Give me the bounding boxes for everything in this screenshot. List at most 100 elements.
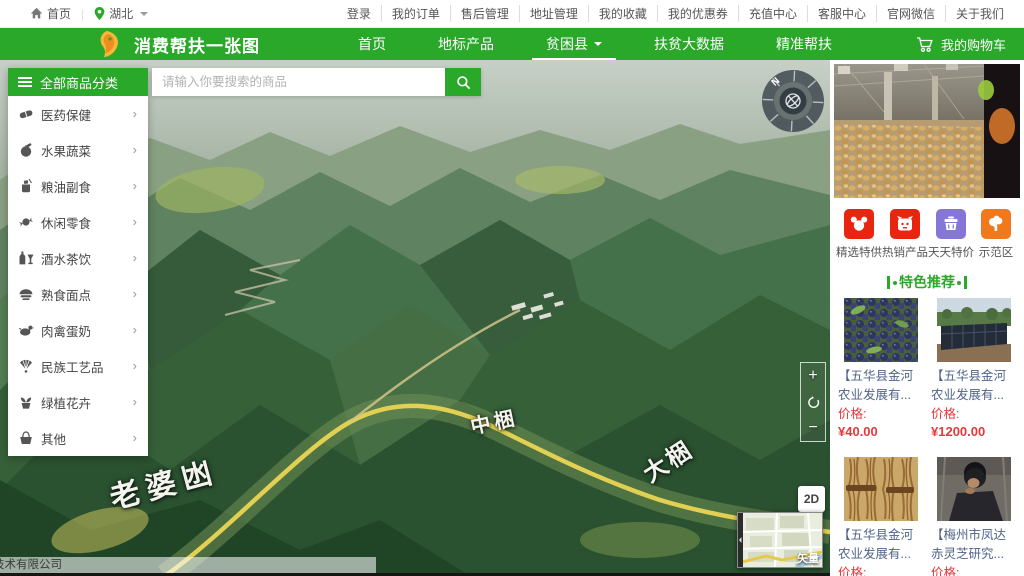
featured-section-title: 特色推荐 (899, 272, 955, 292)
compass-control[interactable]: N (760, 68, 826, 134)
location-selector[interactable]: 湖北 (94, 5, 148, 22)
category-sidebar-header[interactable]: 全部商品分类 (8, 68, 148, 96)
zoom-out-button[interactable]: − (801, 415, 825, 441)
product-card[interactable]: 【五华县金河农业发展有... 价格: ¥1200.00 (931, 298, 1016, 441)
promo-banner-image[interactable] (834, 64, 1020, 198)
wechat-link[interactable]: 官网微信 (876, 5, 945, 22)
zoom-in-button[interactable]: + (801, 363, 825, 389)
quick-link-hot-products[interactable]: 热销产品 (882, 209, 928, 260)
map-attribution: 技术有限公司 (0, 557, 376, 574)
location-pin-icon (94, 7, 105, 20)
brand-logo-icon (96, 30, 122, 58)
nav-item-home[interactable]: 首页 (344, 28, 400, 60)
cart-label: 我的购物车 (941, 35, 1006, 54)
login-link[interactable]: 登录 (337, 5, 381, 22)
nav-item-landmark-products[interactable]: 地标产品 (424, 28, 508, 60)
section-deco-icon (887, 276, 890, 289)
category-item-cooked-food[interactable]: 熟食面点 (8, 276, 148, 312)
search-icon (456, 75, 471, 90)
category-item-snacks[interactable]: 休闲零食 (8, 204, 148, 240)
product-card[interactable]: 【五华县金河农业发展有... 价格: ¥40.00 (838, 298, 923, 441)
zoom-control: + − (800, 362, 826, 442)
plant-icon (18, 394, 34, 410)
product-title: 【梅州市凤达赤灵芝研究... (931, 526, 1016, 564)
reset-view-button[interactable] (801, 389, 825, 415)
nav-item-precise-assistance[interactable]: 精准帮扶 (762, 28, 846, 60)
content-stage: 老婆凼 中梱 大梱 (0, 60, 1024, 576)
product-card[interactable]: 【梅州市凤达赤灵芝研究... 价格: ¥499.00 (931, 457, 1016, 576)
capsule-icon (18, 106, 34, 122)
my-orders-link[interactable]: 我的订单 (381, 5, 450, 22)
search-input[interactable] (152, 68, 445, 96)
main-nav: 首页 地标产品 贫困县 扶贫大数据 精准帮扶 (332, 28, 858, 60)
category-label: 肉禽蛋奶 (41, 321, 91, 340)
quick-link-label: 精选特供 (836, 244, 882, 260)
candy-icon (18, 214, 34, 230)
brand[interactable]: 消费帮扶一张图 (96, 30, 260, 58)
recharge-link[interactable]: 充值中心 (738, 5, 807, 22)
category-label: 绿植花卉 (41, 393, 91, 412)
home-link[interactable]: 首页 (30, 5, 71, 22)
nav-item-poverty-bigdata[interactable]: 扶贫大数据 (640, 28, 738, 60)
product-price-label: 价格: (931, 405, 1016, 423)
product-image-researcher (937, 457, 1011, 521)
category-item-medicine[interactable]: 医药保健 (8, 96, 148, 132)
category-label: 休闲零食 (41, 213, 91, 232)
bottle-glass-icon (18, 250, 34, 266)
address-manage-link[interactable]: 地址管理 (519, 5, 588, 22)
refresh-icon (807, 396, 820, 409)
coupons-link[interactable]: 我的优惠券 (657, 5, 738, 22)
nav-item-poverty-counties[interactable]: 贫困县 (532, 28, 616, 60)
location-label: 湖北 (109, 5, 133, 22)
category-label: 民族工艺品 (41, 357, 104, 376)
tree-icon (987, 215, 1005, 233)
product-image-dried-goods (844, 457, 918, 521)
search-bar (152, 68, 481, 96)
category-item-meat-eggs-dairy[interactable]: 肉禽蛋奶 (8, 312, 148, 348)
category-item-drinks[interactable]: 酒水茶饮 (8, 240, 148, 276)
product-price-label: 价格: (838, 564, 923, 576)
minimap[interactable]: 矢量 (737, 512, 823, 568)
favorites-link[interactable]: 我的收藏 (588, 5, 657, 22)
product-card[interactable]: 【五华县金河农业发展有... 价格: ¥50.00 (838, 457, 923, 576)
shop-panel: 精选特供 热销产品 天天特价 (830, 60, 1024, 576)
featured-section-header: 特色推荐 (830, 272, 1024, 292)
quick-link-label: 热销产品 (882, 244, 928, 260)
category-sidebar-title: 全部商品分类 (40, 73, 118, 92)
separator: | (81, 7, 84, 21)
home-icon (30, 7, 43, 20)
category-list: 医药保健 水果蔬菜 粮油副食 休闲零食 酒水茶饮 熟食面点 (8, 96, 148, 456)
about-us-link[interactable]: 关于我们 (945, 5, 1014, 22)
service-center-link[interactable]: 客服中心 (807, 5, 876, 22)
category-item-other[interactable]: 其他 (8, 420, 148, 456)
fan-icon (18, 358, 34, 374)
minimap-artwork (738, 513, 822, 567)
attribution-text: 技术有限公司 (0, 557, 62, 574)
utility-bar: 首页 | 湖北 登录 我的订单 售后管理 地址管理 我的收藏 我的优惠券 充值中… (0, 0, 1024, 28)
category-item-fruits-vegetables[interactable]: 水果蔬菜 (8, 132, 148, 168)
quick-link-featured[interactable]: 精选特供 (836, 209, 882, 260)
quick-link-daily-deals[interactable]: 天天特价 (928, 209, 974, 260)
category-item-grain-oil[interactable]: 粮油副食 (8, 168, 148, 204)
after-sales-link[interactable]: 售后管理 (450, 5, 519, 22)
apple-icon (18, 142, 34, 158)
search-button[interactable] (445, 68, 481, 96)
utility-links: 登录 我的订单 售后管理 地址管理 我的收藏 我的优惠券 充值中心 客服中心 官… (337, 5, 1024, 22)
category-item-plants-flowers[interactable]: 绿植花卉 (8, 384, 148, 420)
product-title: 【五华县金河农业发展有... (838, 367, 923, 405)
category-label: 熟食面点 (41, 285, 91, 304)
deal-box-icon (942, 215, 960, 233)
quick-link-demo-zone[interactable]: 示范区 (974, 209, 1018, 260)
grain-bag-icon (18, 178, 34, 194)
product-image-blueberries (844, 298, 918, 362)
nav-item-label: 首页 (358, 34, 386, 54)
product-price: ¥1200.00 (931, 423, 1016, 441)
mode-2d-button[interactable]: 2D (798, 486, 825, 512)
cart-button[interactable]: 我的购物车 (916, 35, 1006, 54)
product-title: 【五华县金河农业发展有... (838, 526, 923, 564)
hot-box-icon (896, 215, 914, 233)
basket-icon (18, 430, 34, 446)
bun-icon (18, 286, 34, 302)
category-item-ethnic-crafts[interactable]: 民族工艺品 (8, 348, 148, 384)
section-deco-icon (964, 276, 967, 289)
